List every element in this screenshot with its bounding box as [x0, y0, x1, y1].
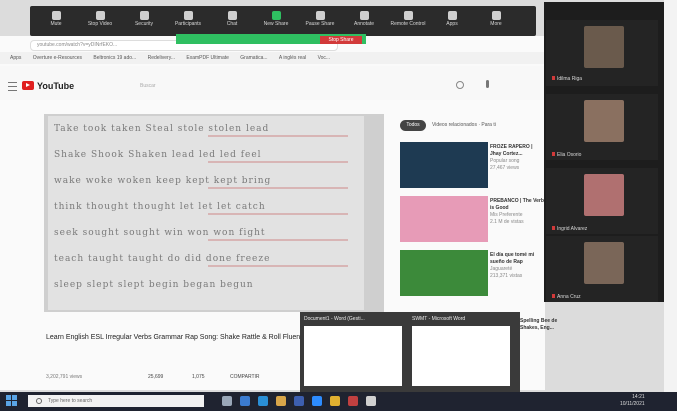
more-icon [491, 11, 501, 20]
new-share-button[interactable]: New Share [254, 9, 298, 35]
hamburger-menu-icon[interactable] [8, 82, 17, 91]
bookmark-item[interactable]: Overture e-Resources [33, 55, 82, 61]
security-button[interactable]: Security [122, 9, 166, 35]
participants-button[interactable]: Participants [166, 9, 210, 35]
word-icon[interactable] [294, 396, 304, 406]
bookmark-item[interactable]: Voc... [318, 55, 331, 61]
search-icon[interactable] [456, 81, 464, 89]
red-underline-marks [208, 135, 348, 267]
participant-video [584, 242, 624, 284]
related-thumbnail[interactable] [400, 250, 488, 296]
windows-start-icon[interactable] [6, 395, 17, 406]
related-thumbnail[interactable] [400, 196, 488, 242]
bookmark-item[interactable]: ExamPDF Ultimate [186, 55, 229, 61]
related-title: PREBANCO | The Verb is Good [490, 198, 544, 211]
related-channel: Jaguareté [490, 266, 513, 272]
whiteboard-frame: Take took taken Steal stole stolen lead … [48, 116, 364, 310]
mic-icon[interactable] [486, 80, 489, 88]
zoom-icon[interactable] [312, 396, 322, 406]
mouse-icon [403, 11, 413, 20]
related-item[interactable]: El día que tomé mi sueño de Rap Jaguaret… [490, 252, 544, 280]
youtube-wordmark[interactable]: YouTube [37, 81, 74, 91]
video-title: Learn English ESL Irregular Verbs Gramma… [46, 334, 322, 341]
muted-mic-icon [552, 152, 555, 156]
app-icon[interactable] [366, 396, 376, 406]
chat-icon [227, 11, 237, 20]
related-views: 213,371 vistas [490, 273, 523, 279]
preview-title: SWMT - Microsoft Word [412, 316, 466, 322]
muted-mic-icon [552, 76, 555, 80]
youtube-logo-icon[interactable] [22, 81, 34, 90]
bookmark-item[interactable]: Apps [10, 55, 21, 61]
related-item[interactable]: Spelling Bee de Shakes, Eng... [520, 318, 560, 332]
video-icon [95, 11, 105, 20]
zoom-toolbar: Mute Stop Video Security Participants Ch… [30, 6, 536, 36]
chrome-icon[interactable] [330, 396, 340, 406]
powerpoint-icon[interactable] [348, 396, 358, 406]
bookmarks-bar: Apps Overture e-Resources Beltronics 19 … [0, 52, 545, 64]
participant-name: Anna Cruz [552, 294, 581, 300]
window-preview[interactable] [304, 326, 402, 386]
related-item[interactable]: FROZE RAPERO | Jhay Cortez... Popular so… [490, 144, 544, 172]
related-views: 27,467 views [490, 165, 520, 171]
like-button[interactable]: 25,699 [148, 374, 163, 380]
edge-icon[interactable] [258, 396, 268, 406]
video-views: 3,202,791 views [46, 374, 83, 380]
participants-icon [183, 11, 193, 20]
bookmark-item[interactable]: A inglés real [279, 55, 306, 61]
store-icon[interactable] [276, 396, 286, 406]
shield-icon [139, 11, 149, 20]
annotate-button[interactable]: Annotate [342, 9, 386, 35]
related-title: El día que tomé mi sueño de Rap [490, 252, 535, 265]
pause-icon [315, 11, 325, 20]
related-channel: Mis Preferente [490, 212, 523, 218]
file-explorer-icon[interactable] [240, 396, 250, 406]
related-title: FROZE RAPERO | Jhay Cortez... [490, 144, 533, 157]
pause-share-button[interactable]: Pause Share [298, 9, 342, 35]
bookmark-item[interactable]: Redelivery... [148, 55, 175, 61]
related-title: Spelling Bee de Shakes, Eng... [520, 318, 558, 331]
chip-all[interactable]: Todos [400, 120, 426, 131]
related-channel: Popular song [490, 158, 520, 164]
participant-video [584, 100, 624, 142]
chat-button[interactable]: Chat [210, 9, 254, 35]
more-button[interactable]: More [474, 9, 518, 35]
window-preview[interactable] [412, 326, 510, 386]
participant-video [584, 26, 624, 68]
apps-button[interactable]: Apps [430, 9, 474, 35]
bookmark-item[interactable]: Beltronics 19 ado... [93, 55, 136, 61]
muted-mic-icon [552, 294, 555, 298]
taskbar-clock[interactable]: 14:21 10/11/2021 [620, 394, 645, 408]
participant-name: Idilma Riga [552, 76, 582, 82]
search-icon [36, 397, 42, 404]
related-item[interactable]: PREBANCO | The Verb is Good Mis Preferen… [490, 198, 544, 226]
mic-icon [51, 11, 61, 20]
pen-icon [359, 11, 369, 20]
share-icon [271, 11, 281, 20]
stop-share-button[interactable]: Stop Share [320, 36, 362, 44]
taskbar-search-input[interactable]: Type here to search [28, 395, 204, 407]
participant-video [584, 174, 624, 216]
dislike-button[interactable]: 1,075 [192, 374, 205, 380]
search-input[interactable]: Buscar [140, 80, 440, 92]
task-view-icon[interactable] [222, 396, 232, 406]
preview-title: Document1 - Word (Gesti... [304, 316, 365, 322]
apps-icon [447, 11, 457, 20]
related-thumbnail[interactable] [400, 142, 488, 188]
bookmark-item[interactable]: Gramatica... [240, 55, 267, 61]
participant-name: Elia Osorio [552, 152, 581, 158]
participant-name: Ingrid Alvarez [552, 226, 587, 232]
stop-video-button[interactable]: Stop Video [78, 9, 122, 35]
chip-related[interactable]: Videos relacionados · Para ti [432, 120, 540, 131]
window-edge [664, 0, 677, 411]
share-button[interactable]: COMPARTIR [230, 374, 260, 380]
remote-control-button[interactable]: Remote Control [386, 9, 430, 35]
mute-button[interactable]: Mute [34, 9, 78, 35]
muted-mic-icon [552, 226, 555, 230]
related-views: 2.1 M de vistas [490, 219, 524, 225]
